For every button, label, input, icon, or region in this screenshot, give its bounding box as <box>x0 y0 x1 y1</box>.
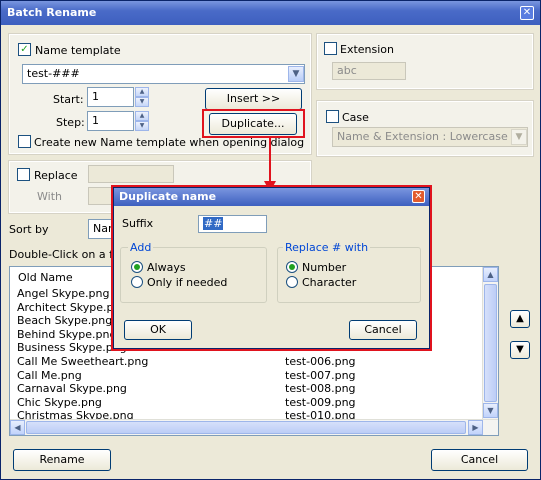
duplicate-name-dialog: Duplicate name ✕ Suffix ## Add Always On… <box>113 187 430 349</box>
duplicate-button[interactable]: Duplicate... <box>209 113 297 135</box>
table-row[interactable]: Carnaval Skype.png test-008.png <box>10 382 484 395</box>
dialog-title: Duplicate name <box>119 190 217 203</box>
connector-arrow-icon <box>264 137 276 192</box>
suffix-selected-text: ## <box>203 217 224 230</box>
scroll-right-icon[interactable]: ▶ <box>468 420 483 435</box>
arrow-up-icon: ▲ <box>516 313 524 324</box>
replace-number-label: Number <box>302 261 347 274</box>
start-spinner[interactable]: ▲ ▼ <box>135 87 149 107</box>
insert-button[interactable]: Insert >> <box>205 88 302 110</box>
horizontal-scrollbar[interactable]: ◀ ▶ <box>10 419 498 435</box>
horizontal-scroll-thumb[interactable] <box>26 421 466 434</box>
old-name-cell: Angel Skype.png <box>17 287 110 300</box>
old-name-cell: Call Me.png <box>17 368 82 382</box>
name-template-dropdown-icon[interactable]: ▼ <box>288 66 304 82</box>
replace-number-radio[interactable] <box>286 261 298 273</box>
sort-by-label: Sort by <box>9 223 49 236</box>
add-always-radio[interactable] <box>131 261 143 273</box>
step-spinner[interactable]: ▲ ▼ <box>135 111 149 131</box>
window-close-icon[interactable]: ✕ <box>520 6 534 20</box>
replace-with-groupbox <box>277 247 421 303</box>
spin-up-icon[interactable]: ▲ <box>135 111 149 121</box>
name-template-checkbox[interactable]: ✓ <box>18 43 31 56</box>
table-row[interactable]: Chic Skype.png test-009.png <box>10 396 484 409</box>
step-label: Step: <box>56 116 85 129</box>
dialog-close-icon[interactable]: ✕ <box>412 190 425 203</box>
replace-character-label: Character <box>302 276 357 289</box>
window-titlebar[interactable]: Batch Rename <box>1 1 540 25</box>
extension-label: Extension <box>340 43 395 56</box>
suffix-input[interactable]: ## <box>198 215 267 233</box>
old-name-cell: Carnaval Skype.png <box>17 382 127 396</box>
replace-checkbox[interactable] <box>17 168 30 181</box>
table-row[interactable]: Call Me Sweetheart.png test-006.png <box>10 355 484 368</box>
dialog-titlebar[interactable]: Duplicate name <box>114 188 429 206</box>
new-name-cell: test-009.png <box>285 395 356 409</box>
add-groupbox <box>120 247 267 303</box>
vertical-scroll-thumb[interactable] <box>484 284 497 402</box>
old-name-cell: Behind Skype.png <box>17 327 117 341</box>
dialog-cancel-button[interactable]: Cancel <box>349 320 417 340</box>
replace-character-radio[interactable] <box>286 276 298 288</box>
old-name-cell: Call Me Sweetheart.png <box>17 355 149 368</box>
scroll-down-icon[interactable]: ▼ <box>483 403 498 418</box>
add-only-if-needed-label: Only if needed <box>147 276 228 289</box>
new-name-cell: test-007.png <box>285 368 356 382</box>
old-name-cell: Architect Skype.png <box>17 300 128 314</box>
replace-label: Replace <box>34 169 78 182</box>
new-name-cell: test-008.png <box>285 382 356 396</box>
move-down-button[interactable]: ▼ <box>510 341 530 359</box>
spin-up-icon[interactable]: ▲ <box>135 87 149 97</box>
old-name-cell: Chic Skype.png <box>17 395 102 409</box>
vertical-scrollbar[interactable]: ▲ ▼ <box>482 267 498 419</box>
case-dropdown-icon[interactable]: ▼ <box>511 129 527 145</box>
replace-with-label: With <box>37 190 62 203</box>
add-always-label: Always <box>147 261 186 274</box>
scroll-left-icon[interactable]: ◀ <box>10 420 25 435</box>
rename-button[interactable]: Rename <box>13 449 111 471</box>
spin-down-icon[interactable]: ▼ <box>135 121 149 131</box>
add-only-if-needed-radio[interactable] <box>131 276 143 288</box>
table-row[interactable]: Call Me.png test-007.png <box>10 369 484 382</box>
arrow-down-icon: ▼ <box>516 344 524 355</box>
case-checkbox[interactable] <box>326 110 339 123</box>
add-group-title: Add <box>128 241 154 254</box>
extension-checkbox[interactable] <box>324 42 337 55</box>
batch-rename-window: Batch Rename ✕ ✓ Name template test-### … <box>0 0 541 480</box>
cancel-button[interactable]: Cancel <box>431 449 528 471</box>
start-input[interactable]: 1 <box>87 87 134 107</box>
step-input[interactable]: 1 <box>87 111 134 131</box>
create-new-template-checkbox[interactable] <box>18 135 31 148</box>
move-up-button[interactable]: ▲ <box>510 310 530 328</box>
old-name-cell: Beach Skype.png <box>17 314 113 328</box>
extension-input[interactable]: abc <box>332 62 406 80</box>
old-name-cell: Business Skype.png <box>17 341 127 355</box>
window-title: Batch Rename <box>7 6 97 19</box>
case-label: Case <box>342 111 369 124</box>
spin-down-icon[interactable]: ▼ <box>135 97 149 107</box>
dialog-ok-button[interactable]: OK <box>124 320 192 340</box>
case-select[interactable]: Name & Extension : Lowercase <box>332 127 528 147</box>
scroll-up-icon[interactable]: ▲ <box>483 267 498 282</box>
name-template-input[interactable]: test-### <box>22 64 305 84</box>
new-name-cell: test-006.png <box>285 355 356 368</box>
name-template-label: Name template <box>35 44 121 57</box>
start-label: Start: <box>53 93 84 106</box>
replace-find-input[interactable] <box>88 165 174 183</box>
suffix-label: Suffix <box>122 217 154 230</box>
replace-with-group-title: Replace # with <box>283 241 371 254</box>
